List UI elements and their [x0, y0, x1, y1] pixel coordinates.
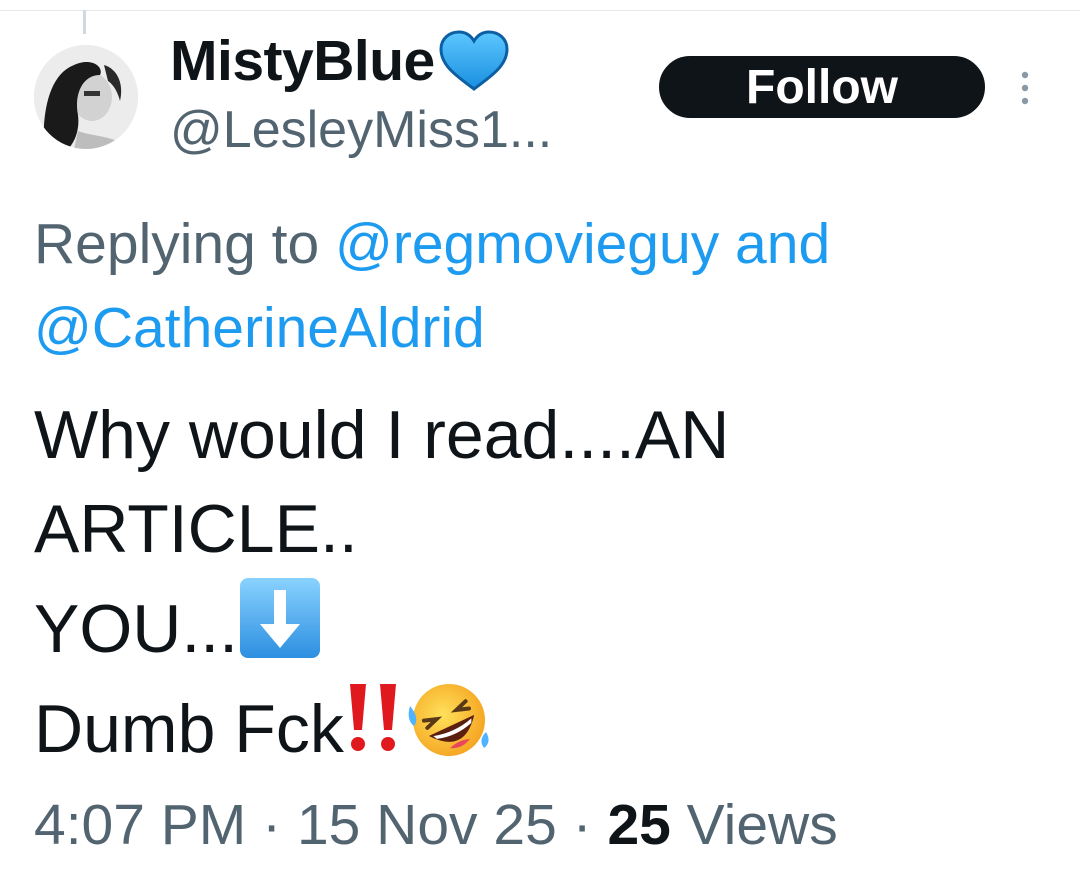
mention-regmovieguy[interactable]: @regmovieguy — [335, 212, 719, 276]
double-exclamation-emoji-icon — [349, 684, 396, 751]
follow-button[interactable]: Follow — [659, 56, 985, 118]
blue-heart-icon — [439, 30, 509, 91]
meta-separator-2: · — [556, 793, 608, 857]
mention-and[interactable]: and — [719, 212, 830, 276]
mention-catherinealdrid[interactable]: @CatherineAldrid — [34, 296, 485, 360]
follow-button-label: Follow — [746, 60, 898, 114]
tweet-line-3-text: YOU... — [34, 591, 239, 667]
tweet-time[interactable]: 4:07 PM — [34, 793, 246, 857]
tweet-line-4: Dumb Fck — [34, 676, 1054, 776]
rolling-laughing-emoji-icon — [408, 684, 489, 756]
author-handle[interactable]: @LesleyMiss1... — [170, 98, 552, 162]
views-label[interactable]: Views — [671, 793, 838, 857]
reply-prefix: Replying to — [34, 212, 336, 276]
author-display-name[interactable]: MistyBlue — [170, 28, 511, 94]
tweet-meta: 4:07 PM · 15 Nov 25 · 25 Views — [34, 790, 838, 860]
avatar-photo — [34, 45, 138, 149]
meta-separator-1: · — [246, 793, 297, 857]
thread-connector-line — [83, 10, 86, 34]
tweet-line-2: ARTICLE.. — [34, 491, 358, 567]
tweet-line-3: YOU... — [34, 576, 1054, 676]
views-count[interactable]: 25 — [607, 793, 670, 857]
reply-context: Replying to @regmovieguy and @CatherineA… — [34, 202, 1054, 370]
tweet-line-4-text: Dumb Fck — [34, 691, 344, 767]
tweet-text: Why would I read....AN ARTICLE.. YOU... … — [34, 388, 1054, 776]
tweet-line-1: Why would I read....AN — [34, 397, 730, 473]
top-divider — [0, 10, 1080, 11]
tweet-date[interactable]: 15 Nov 25 — [297, 793, 557, 857]
avatar[interactable] — [34, 45, 138, 149]
vertical-ellipsis-icon[interactable] — [1014, 70, 1036, 106]
display-name-text: MistyBlue — [170, 29, 435, 93]
down-arrow-emoji-icon — [240, 578, 321, 658]
